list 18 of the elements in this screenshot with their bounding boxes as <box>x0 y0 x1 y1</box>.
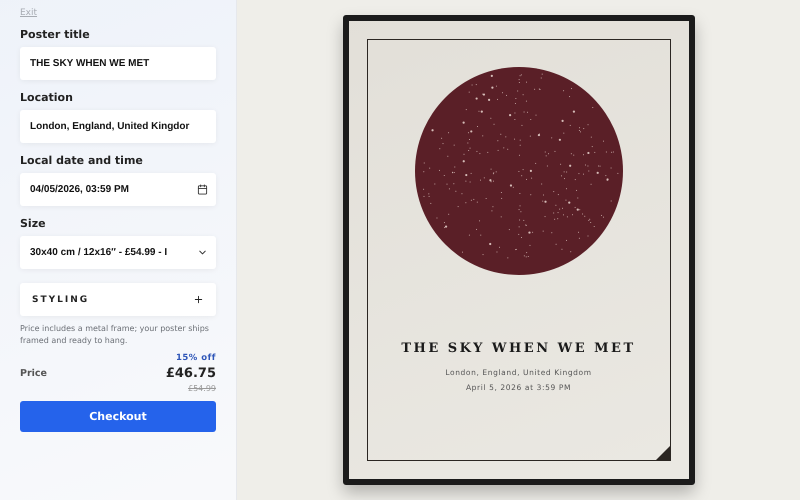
price-note: Price includes a metal frame; your poster ships framed and ready to hang. <box>20 323 210 347</box>
original-price: £54.99 <box>188 384 216 393</box>
discount-label: 15% off <box>176 353 216 363</box>
price-label: Price <box>20 368 47 379</box>
price-amount: £46.75 <box>166 366 216 381</box>
poster-title: THE SKY WHEN WE MET <box>401 341 636 356</box>
text-field[interactable]: London, England, United Kingdor <box>20 110 216 143</box>
field-label: Location <box>20 91 74 104</box>
date-field[interactable]: 04/05/2026, 03:59 PM <box>20 173 216 206</box>
calendar-icon <box>197 184 208 195</box>
text-field[interactable]: THE SKY WHEN WE MET <box>20 47 216 80</box>
field-label: Local date and time <box>20 154 144 167</box>
checkout-button[interactable]: Checkout <box>20 401 216 432</box>
field-label: Poster title <box>20 28 91 41</box>
plus-icon <box>193 294 204 305</box>
field-label: Size <box>20 217 47 230</box>
size-dropdown[interactable]: 30x40 cm / 12x16″ - £54.99 - I <box>20 236 216 269</box>
styling-accordion[interactable]: STYLING <box>20 283 216 316</box>
